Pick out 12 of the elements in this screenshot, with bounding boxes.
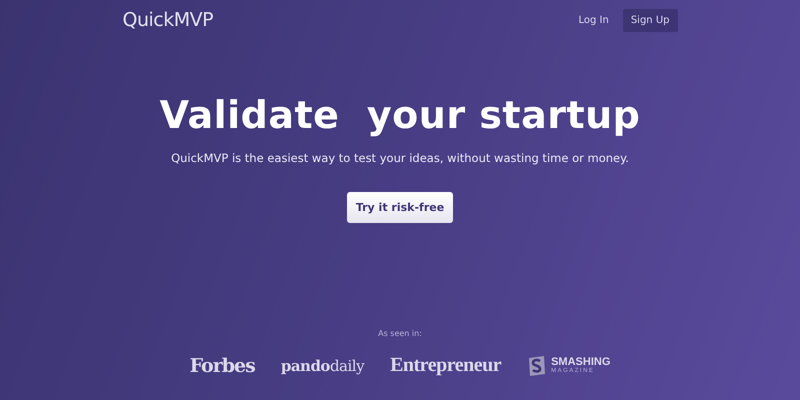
hero-title: Validate your startup — [160, 93, 640, 137]
entrepreneur-logo: Entrepreneur — [390, 354, 502, 377]
log-in-link[interactable]: Log In — [574, 10, 613, 30]
as-seen-in-label: As seen in: — [378, 329, 422, 338]
smashing-logo-text: SMASHING — [551, 357, 610, 368]
forbes-logo: Forbes — [190, 354, 255, 376]
quickmvp-logo[interactable]: QuickMVP — [122, 9, 214, 31]
pandodaily-logo: pandodaily — [280, 356, 364, 374]
hero-subtitle: QuickMVP is the easiest way to test your ideas, without wasting time or money. — [171, 151, 629, 165]
try-it-button[interactable]: Try it risk-free — [347, 192, 453, 223]
sign-up-button[interactable]: Sign Up — [622, 8, 678, 32]
s-emblem-icon — [527, 354, 548, 376]
